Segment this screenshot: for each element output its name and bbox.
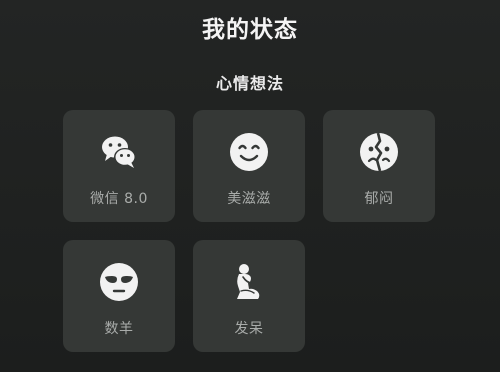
status-tile-counting-sheep[interactable]: 数羊 — [63, 240, 175, 352]
cracked-face-icon — [359, 132, 399, 172]
sleepy-face-icon — [99, 262, 139, 302]
smile-face-icon — [229, 132, 269, 172]
status-label: 郁闷 — [364, 191, 394, 207]
status-grid: 微信 8.0 美滋滋 郁闷 数羊 发呆 — [63, 110, 435, 352]
status-label: 发呆 — [234, 321, 264, 337]
status-tile-wechat[interactable]: 微信 8.0 — [63, 110, 175, 222]
section-title: 心情想法 — [215, 74, 284, 93]
status-tile-depressed[interactable]: 郁闷 — [323, 110, 435, 222]
status-label: 数羊 — [104, 321, 134, 337]
status-tile-happy[interactable]: 美滋滋 — [193, 110, 305, 222]
status-tile-daze[interactable]: 发呆 — [193, 240, 305, 352]
thinker-icon — [229, 262, 269, 302]
page-title: 我的状态 — [202, 17, 298, 43]
wechat-icon — [99, 132, 139, 172]
status-label: 美滋滋 — [227, 191, 271, 207]
status-label: 微信 8.0 — [90, 191, 148, 207]
